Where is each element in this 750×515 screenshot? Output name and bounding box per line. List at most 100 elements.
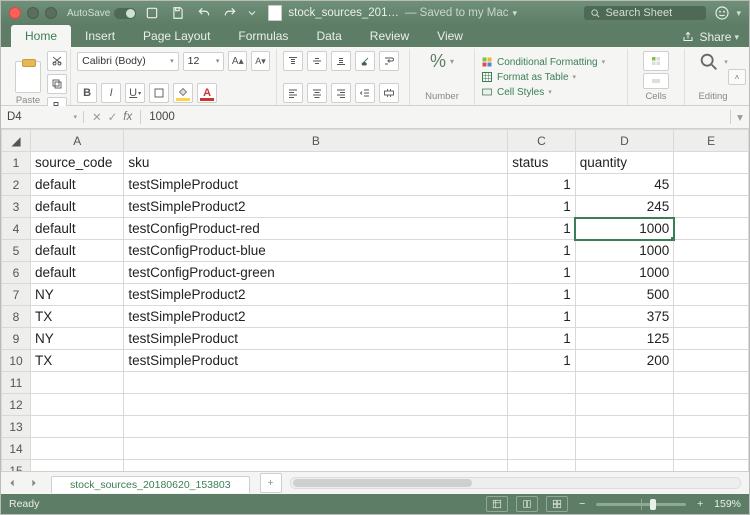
cell[interactable] <box>674 284 749 306</box>
cell[interactable]: 1 <box>508 240 575 262</box>
col-header-C[interactable]: C <box>508 130 575 152</box>
align-top-button[interactable] <box>283 51 303 71</box>
tab-view[interactable]: View <box>423 25 477 47</box>
row-header[interactable]: 7 <box>2 284 31 306</box>
tab-insert[interactable]: Insert <box>71 25 129 47</box>
autosave-toggle[interactable]: AutoSave <box>67 8 136 19</box>
cell[interactable]: default <box>31 196 124 218</box>
cell[interactable] <box>31 438 124 460</box>
cell[interactable] <box>124 416 508 438</box>
cell[interactable] <box>674 306 749 328</box>
wrap-text-button[interactable] <box>379 51 399 71</box>
tab-home[interactable]: Home <box>11 25 71 47</box>
cell[interactable] <box>575 394 674 416</box>
row-header[interactable]: 13 <box>2 416 31 438</box>
cell[interactable]: 1 <box>508 196 575 218</box>
font-size-select[interactable]: 12▾ <box>183 52 225 71</box>
cell[interactable] <box>124 394 508 416</box>
italic-button[interactable]: I <box>101 83 121 103</box>
collapse-ribbon-button[interactable]: ˄ <box>728 69 746 85</box>
conditional-formatting-button[interactable]: Conditional Formatting▾ <box>481 56 621 68</box>
decrease-font-button[interactable]: A▾ <box>251 51 270 71</box>
sheet-nav-next[interactable] <box>25 476 43 490</box>
cancel-formula-button[interactable]: ✕ <box>92 110 102 124</box>
cell[interactable] <box>31 416 124 438</box>
copy-button[interactable] <box>47 74 67 94</box>
row-header[interactable]: 3 <box>2 196 31 218</box>
row-header[interactable]: 5 <box>2 240 31 262</box>
cell[interactable] <box>575 416 674 438</box>
cell[interactable] <box>508 416 575 438</box>
maximize-window-icon[interactable] <box>45 7 57 19</box>
feedback-dropdown-icon[interactable]: ▾ <box>736 8 741 19</box>
cell[interactable]: 125 <box>575 328 674 350</box>
orientation-button[interactable]: ab <box>355 51 375 71</box>
cell[interactable] <box>508 394 575 416</box>
align-middle-button[interactable] <box>307 51 327 71</box>
col-header-B[interactable]: B <box>124 130 508 152</box>
row-header[interactable]: 15 <box>2 460 31 472</box>
find-icon[interactable] <box>698 51 720 73</box>
cell[interactable]: testSimpleProduct <box>124 328 508 350</box>
increase-font-button[interactable]: A▴ <box>228 51 247 71</box>
cell[interactable]: default <box>31 262 124 284</box>
formula-input[interactable]: 1000 <box>141 111 730 123</box>
row-header[interactable]: 11 <box>2 372 31 394</box>
cell[interactable] <box>674 196 749 218</box>
cell[interactable]: 45 <box>575 174 674 196</box>
zoom-out-button[interactable]: − <box>576 498 588 510</box>
cell[interactable]: 1000 <box>575 262 674 284</box>
cell[interactable]: testConfigProduct-green <box>124 262 508 284</box>
cell[interactable]: status <box>508 152 575 174</box>
cell[interactable] <box>508 438 575 460</box>
view-page-break-button[interactable] <box>546 496 568 512</box>
cell[interactable]: testSimpleProduct <box>124 174 508 196</box>
cell[interactable]: 375 <box>575 306 674 328</box>
cell[interactable] <box>674 350 749 372</box>
cell[interactable]: NY <box>31 328 124 350</box>
search-sheet[interactable]: Search Sheet <box>584 6 706 20</box>
cell[interactable]: 1 <box>508 262 575 284</box>
cell[interactable] <box>508 460 575 472</box>
format-as-table-button[interactable]: Format as Table▾ <box>481 71 621 83</box>
percent-icon[interactable]: % <box>430 51 446 72</box>
cell[interactable]: 200 <box>575 350 674 372</box>
align-center-button[interactable] <box>307 83 327 103</box>
cell[interactable] <box>674 328 749 350</box>
cell[interactable] <box>674 240 749 262</box>
cell[interactable]: testConfigProduct-blue <box>124 240 508 262</box>
font-family-select[interactable]: Calibri (Body)▾ <box>77 52 178 71</box>
cell[interactable] <box>31 372 124 394</box>
row-header[interactable]: 8 <box>2 306 31 328</box>
cell[interactable]: quantity <box>575 152 674 174</box>
cell[interactable] <box>575 460 674 472</box>
tab-page-layout[interactable]: Page Layout <box>129 25 224 47</box>
cell[interactable]: 1 <box>508 284 575 306</box>
fill-color-button[interactable] <box>173 83 193 103</box>
row-header[interactable]: 1 <box>2 152 31 174</box>
cell[interactable]: testSimpleProduct <box>124 350 508 372</box>
row-header[interactable]: 6 <box>2 262 31 284</box>
fx-icon[interactable]: fx <box>123 111 132 123</box>
cell[interactable] <box>674 438 749 460</box>
title-dropdown-icon[interactable]: ▾ <box>513 8 518 19</box>
quick-access-dropdown[interactable] <box>246 4 258 22</box>
spreadsheet-grid[interactable]: ◢ A B C D E 1source_codeskustatusquantit… <box>1 129 749 471</box>
cell[interactable] <box>674 262 749 284</box>
cell[interactable] <box>674 416 749 438</box>
cell[interactable]: 245 <box>575 196 674 218</box>
insert-cells-button[interactable] <box>643 51 669 71</box>
cell[interactable]: TX <box>31 306 124 328</box>
font-color-button[interactable]: A <box>197 83 217 103</box>
cell[interactable]: 1000 <box>575 240 674 262</box>
cell[interactable] <box>124 372 508 394</box>
row-header[interactable]: 2 <box>2 174 31 196</box>
cell[interactable] <box>508 372 575 394</box>
undo-button[interactable] <box>194 4 214 22</box>
cell[interactable] <box>575 438 674 460</box>
zoom-slider[interactable] <box>596 503 686 506</box>
align-bottom-button[interactable] <box>331 51 351 71</box>
merge-button[interactable] <box>379 83 399 103</box>
row-header[interactable]: 9 <box>2 328 31 350</box>
cell[interactable]: sku <box>124 152 508 174</box>
